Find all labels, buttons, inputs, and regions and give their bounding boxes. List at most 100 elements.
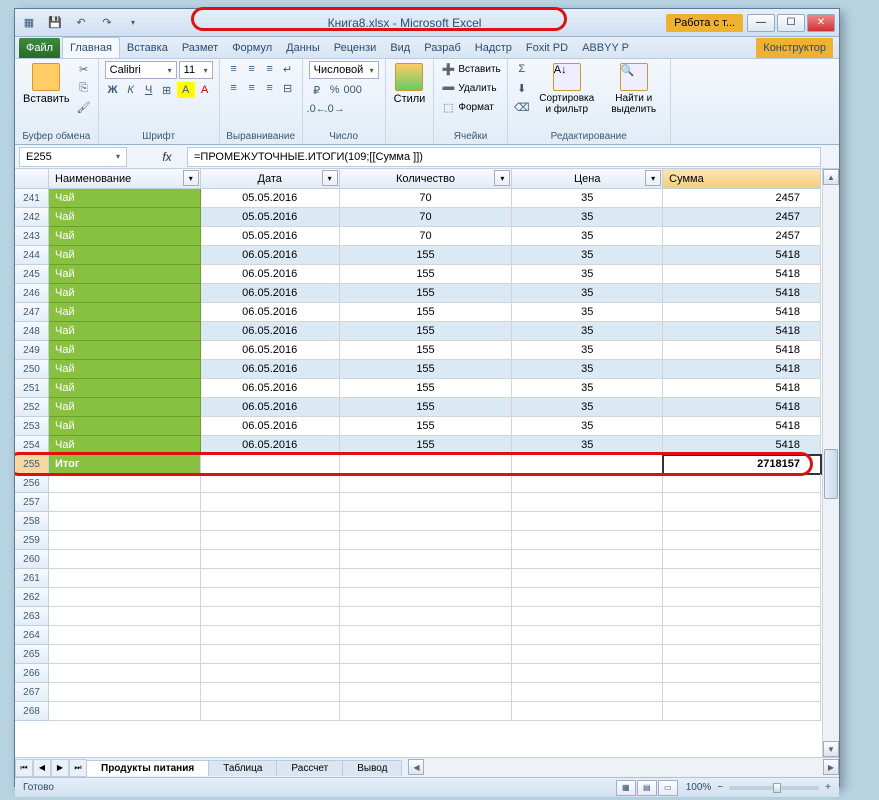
tab-developer[interactable]: Разраб [417, 38, 468, 58]
cell-name[interactable]: Чай [49, 208, 201, 227]
cell-sum[interactable]: 5418 [663, 436, 821, 455]
cell[interactable] [201, 550, 340, 569]
scroll-left-icon[interactable]: ◀ [408, 759, 424, 775]
cell[interactable] [340, 626, 513, 645]
cell[interactable] [49, 588, 201, 607]
cell-sum[interactable]: 5418 [663, 341, 821, 360]
cell[interactable] [49, 683, 201, 702]
cell[interactable] [201, 702, 340, 721]
border-icon[interactable]: ⊞ [159, 82, 175, 98]
cell-name[interactable]: Чай [49, 322, 201, 341]
cell-sum[interactable]: 2457 [663, 189, 821, 208]
cell-price[interactable]: 35 [512, 322, 663, 341]
cell[interactable] [340, 493, 513, 512]
page-break-view-icon[interactable]: ▭ [658, 780, 678, 796]
qat-dropdown-icon[interactable]: ▾ [123, 13, 143, 33]
cell[interactable] [201, 455, 340, 474]
cell[interactable] [201, 512, 340, 531]
cell-name[interactable]: Чай [49, 265, 201, 284]
comma-icon[interactable]: 000 [345, 82, 361, 98]
clear-icon[interactable]: ⌫ [514, 99, 530, 115]
align-middle-icon[interactable]: ≡ [244, 61, 260, 77]
name-box-dropdown-icon[interactable]: ▾ [116, 152, 120, 161]
cell-sum[interactable]: 5418 [663, 284, 821, 303]
cell[interactable] [49, 645, 201, 664]
align-top-icon[interactable]: ≡ [226, 61, 242, 77]
row-header[interactable]: 256 [15, 474, 49, 493]
fx-icon[interactable]: fx [147, 150, 187, 164]
row-header[interactable]: 243 [15, 227, 49, 246]
sheet-tab-1[interactable]: Продукты питания [86, 760, 209, 776]
row-header[interactable]: 250 [15, 360, 49, 379]
row-header[interactable]: 267 [15, 683, 49, 702]
cell-total-label[interactable]: Итог [49, 455, 201, 474]
cell-name[interactable]: Чай [49, 379, 201, 398]
font-color-icon[interactable]: A [197, 82, 213, 98]
cell-name[interactable]: Чай [49, 360, 201, 379]
cell[interactable] [340, 664, 513, 683]
row-header[interactable]: 242 [15, 208, 49, 227]
cell-qty[interactable]: 155 [340, 379, 513, 398]
cell-qty[interactable]: 155 [340, 246, 513, 265]
cell-price[interactable]: 35 [512, 417, 663, 436]
cell-sum[interactable]: 2457 [663, 227, 821, 246]
cell[interactable] [201, 569, 340, 588]
cell[interactable] [340, 702, 513, 721]
name-box[interactable]: E255 ▾ [19, 147, 127, 167]
cell-sum[interactable]: 5418 [663, 246, 821, 265]
cell-qty[interactable]: 70 [340, 208, 513, 227]
cell-price[interactable]: 35 [512, 227, 663, 246]
cell[interactable] [49, 474, 201, 493]
cell[interactable] [49, 702, 201, 721]
row-header[interactable]: 261 [15, 569, 49, 588]
cell[interactable] [340, 683, 513, 702]
cell[interactable] [512, 702, 663, 721]
zoom-out-icon[interactable]: − [717, 782, 723, 793]
insert-cells-button[interactable]: ➕Вставить [440, 61, 500, 77]
cell-name[interactable]: Чай [49, 436, 201, 455]
cell-qty[interactable]: 70 [340, 227, 513, 246]
cell[interactable] [512, 607, 663, 626]
cell-price[interactable]: 35 [512, 246, 663, 265]
increase-decimal-icon[interactable]: .0← [309, 101, 325, 117]
cell-date[interactable]: 06.05.2016 [201, 417, 340, 436]
cell-price[interactable]: 35 [512, 265, 663, 284]
cell-price[interactable]: 35 [512, 436, 663, 455]
copy-icon[interactable]: ⎘ [76, 80, 92, 96]
row-header[interactable]: 241 [15, 189, 49, 208]
cell-sum[interactable]: 5418 [663, 303, 821, 322]
cell[interactable] [49, 550, 201, 569]
tab-data[interactable]: Данны [279, 38, 327, 58]
cell-sum[interactable]: 5418 [663, 398, 821, 417]
select-all-corner[interactable] [15, 169, 49, 189]
tab-insert[interactable]: Вставка [120, 38, 175, 58]
find-select-button[interactable]: 🔍 Найти и выделить [604, 61, 664, 117]
row-header[interactable]: 255 [15, 455, 49, 474]
scroll-right-icon[interactable]: ▶ [823, 759, 839, 775]
cell-qty[interactable]: 155 [340, 303, 513, 322]
sort-filter-button[interactable]: A↓ Сортировка и фильтр [534, 61, 600, 117]
filter-icon[interactable]: ▾ [183, 170, 199, 186]
cell[interactable] [201, 531, 340, 550]
cell-date[interactable]: 06.05.2016 [201, 284, 340, 303]
cell[interactable] [663, 683, 821, 702]
horizontal-scrollbar[interactable]: ◀ ▶ [408, 759, 839, 776]
scroll-down-icon[interactable]: ▼ [823, 741, 839, 757]
styles-button[interactable]: Стили [392, 61, 428, 107]
row-header[interactable]: 260 [15, 550, 49, 569]
cell-price[interactable]: 35 [512, 189, 663, 208]
cell[interactable] [663, 664, 821, 683]
cell[interactable] [512, 645, 663, 664]
cell-name[interactable]: Чай [49, 303, 201, 322]
filter-icon[interactable]: ▾ [322, 170, 338, 186]
cell[interactable] [340, 569, 513, 588]
cell[interactable] [49, 569, 201, 588]
cell[interactable] [663, 569, 821, 588]
cell-qty[interactable]: 155 [340, 265, 513, 284]
cell[interactable] [49, 512, 201, 531]
cell-sum[interactable]: 5418 [663, 265, 821, 284]
cell-sum[interactable]: 2457 [663, 208, 821, 227]
cell[interactable] [663, 512, 821, 531]
tab-addins[interactable]: Надстр [468, 38, 519, 58]
scroll-up-icon[interactable]: ▲ [823, 169, 839, 185]
